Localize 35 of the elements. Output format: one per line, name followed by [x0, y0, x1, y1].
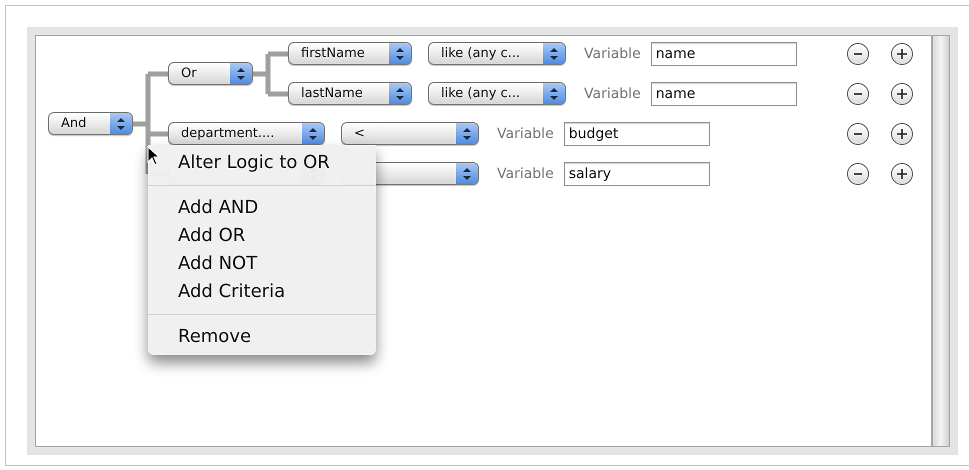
stepper-icon	[456, 163, 478, 184]
variable-label: Variable	[584, 84, 641, 104]
operator-popup[interactable]: like (any c...	[428, 42, 566, 65]
stepper-icon	[543, 83, 565, 104]
stepper-icon	[230, 63, 252, 84]
variable-label: Variable	[497, 164, 554, 184]
operator-popup[interactable]: like (any c...	[428, 82, 566, 105]
menu-item[interactable]: Add NOT	[148, 250, 376, 278]
menu-item[interactable]: Add Criteria	[148, 278, 376, 306]
variable-label: Variable	[584, 44, 641, 64]
logic-popup[interactable]: And	[48, 112, 133, 135]
field-popup[interactable]: department....	[168, 122, 325, 145]
stepper-icon	[302, 123, 324, 144]
stepper-icon	[110, 113, 132, 134]
field-popup[interactable]: lastName	[288, 82, 412, 105]
value-field[interactable]: name	[650, 42, 797, 66]
plus-icon	[896, 88, 908, 100]
stepper-icon	[543, 43, 565, 64]
logic-popup[interactable]: Or	[168, 62, 253, 85]
variable-label: Variable	[497, 124, 554, 144]
plus-icon	[896, 128, 908, 140]
value-field[interactable]: salary	[564, 162, 710, 186]
plus-icon	[896, 48, 908, 60]
cursor-icon	[147, 146, 161, 166]
menu-item[interactable]: Add OR	[148, 222, 376, 250]
menu-item[interactable]: Remove	[148, 323, 376, 351]
value-field[interactable]: budget	[564, 122, 710, 146]
stepper-icon	[456, 123, 478, 144]
plus-icon	[896, 168, 908, 180]
menu-item[interactable]: Add AND	[148, 194, 376, 222]
value-field[interactable]: name	[650, 82, 797, 106]
stepper-icon	[389, 43, 411, 64]
operator-popup[interactable]: <	[341, 122, 479, 145]
field-popup[interactable]: firstName	[288, 42, 412, 65]
stepper-icon	[389, 83, 411, 104]
